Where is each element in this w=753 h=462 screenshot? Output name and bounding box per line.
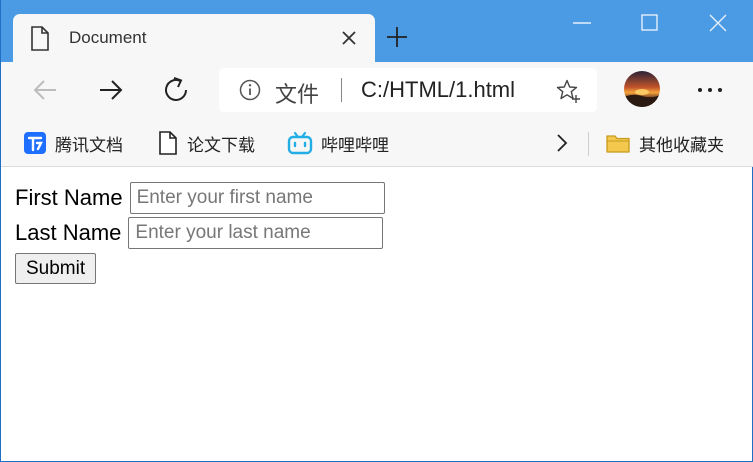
maximize-icon[interactable]: [637, 10, 663, 36]
favorite-label: 哔哩哔哩: [321, 135, 389, 156]
favorites-divider: [588, 132, 589, 156]
first-name-label: First Name: [15, 185, 123, 210]
add-favorite-star-icon[interactable]: [555, 78, 581, 104]
browser-window: Document 文件 C:/HTML/1.html 腾讯文档 论文下载 哔哩哔…: [0, 0, 753, 462]
minimize-icon[interactable]: [569, 10, 595, 36]
new-tab-icon[interactable]: [385, 25, 409, 49]
tab-title: Document: [69, 28, 147, 47]
back-arrow-icon[interactable]: [29, 74, 61, 106]
submit-button[interactable]: Submit: [15, 253, 97, 284]
sunset-avatar-image: [624, 71, 660, 107]
document-icon: [159, 131, 177, 155]
tencent-docs-icon: [24, 132, 46, 154]
bilibili-icon: [287, 131, 313, 155]
info-icon[interactable]: [239, 79, 261, 101]
tab-document[interactable]: Document: [13, 14, 375, 62]
profile-avatar[interactable]: [624, 71, 660, 107]
first-name-row: First Name: [15, 182, 385, 214]
favorite-paper-download[interactable]: 论文下载: [157, 128, 255, 158]
first-name-input[interactable]: [129, 182, 385, 214]
last-name-label: Last Name: [15, 220, 122, 245]
url-text[interactable]: C:/HTML/1.html: [361, 77, 515, 103]
folder-icon: [606, 135, 630, 153]
favorite-bilibili[interactable]: 哔哩哔哩: [287, 128, 389, 158]
last-name-row: Last Name: [15, 217, 384, 249]
file-scheme-label: 文件: [275, 83, 320, 108]
last-name-input[interactable]: [128, 217, 384, 249]
favorite-label: 腾讯文档: [55, 135, 123, 156]
favorite-label: 论文下载: [187, 135, 255, 156]
navigation-bar: 文件 C:/HTML/1.html: [1, 62, 753, 120]
title-bar: Document: [1, 0, 753, 62]
page-icon: [31, 26, 49, 51]
favorite-other-favorites[interactable]: 其他收藏夹: [605, 128, 724, 158]
close-icon[interactable]: [338, 27, 360, 49]
favorite-label: 其他收藏夹: [639, 135, 724, 156]
window-close-icon[interactable]: [705, 10, 731, 36]
favorite-tencent-docs[interactable]: 腾讯文档: [23, 128, 123, 158]
page-content: First Name Last Name Submit: [1, 168, 752, 461]
forward-arrow-icon[interactable]: [95, 74, 127, 106]
chevron-right-icon[interactable]: [549, 130, 575, 156]
favorites-bar: 腾讯文档 论文下载 哔哩哔哩 其他收藏夹: [1, 120, 753, 167]
address-bar[interactable]: 文件 C:/HTML/1.html: [219, 68, 597, 112]
refresh-icon[interactable]: [161, 74, 193, 106]
more-menu-icon[interactable]: [693, 78, 727, 102]
address-divider: [341, 78, 342, 102]
